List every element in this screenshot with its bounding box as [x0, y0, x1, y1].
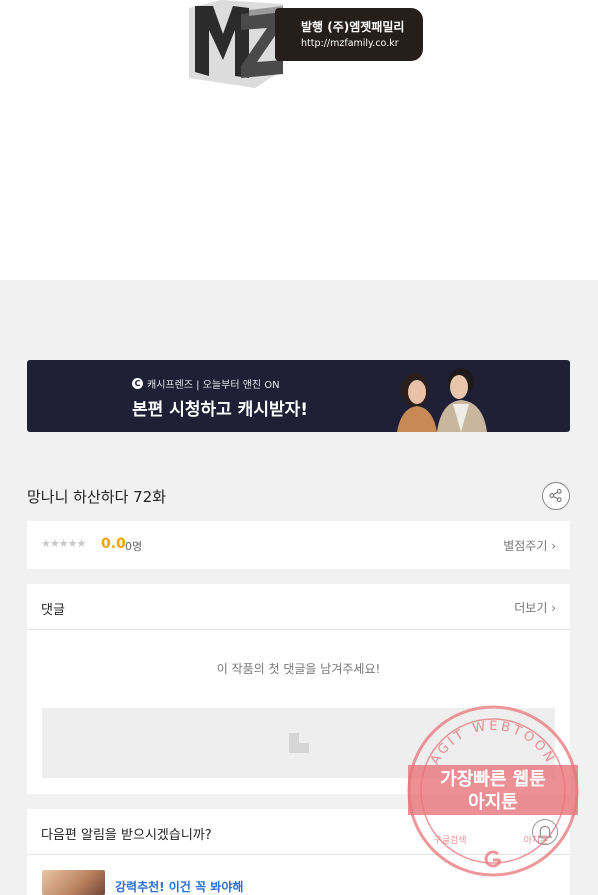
banner-subtitle-row: C 캐시프렌즈 | 오늘부터 앤진 ON	[132, 376, 280, 391]
rate-button[interactable]: 별점주기 ›	[503, 537, 556, 554]
watermark-arc-text: AGIT WEBTOON	[428, 719, 558, 768]
banner-small-text: 캐시프렌즈 | 오늘부터 앤진 ON	[147, 380, 280, 391]
recommendation-thumbnail	[42, 870, 105, 895]
top-content-area: 발행 (주)엠젯패밀리 http://mzfamily.co.kr	[0, 0, 598, 280]
watermark-stamp: AGIT WEBTOON 가장빠른 웹툰 아지툰 구글검색 아지툰	[407, 705, 579, 877]
notify-question: 다음편 알림을 받으시겠습니까?	[41, 828, 212, 843]
publisher-tag: 발행 (주)엠젯패밀리 http://mzfamily.co.kr	[275, 8, 423, 61]
episode-title-row: 망나니 하산하다 72화	[27, 482, 570, 510]
share-icon	[549, 488, 562, 503]
watermark-bottom-right: 아지툰	[524, 835, 549, 846]
share-button[interactable]	[542, 482, 570, 510]
rating-stars: ★★★★★	[41, 537, 86, 550]
rating-score: 0.0	[101, 536, 126, 552]
google-icon	[484, 850, 502, 868]
episode-title: 망나니 하산하다 72화	[27, 488, 167, 506]
watermark-line2: 아지툰	[468, 792, 518, 813]
comments-header: 댓글 더보기 ›	[27, 584, 570, 630]
cash-friends-icon: C	[132, 378, 143, 389]
comments-label: 댓글	[41, 603, 65, 618]
banner-couple-illustration	[397, 368, 487, 432]
publisher-name: 발행 (주)엠젯패밀리	[301, 20, 405, 34]
banner-main-text: 본편 시청하고 캐시받자!	[132, 400, 308, 420]
watermark-bottom-left: 구글검색	[433, 834, 466, 846]
rating-count: 0명	[125, 540, 143, 553]
recommendation-text: 강력추천! 이건 꼭 봐야해	[115, 880, 244, 894]
image-placeholder-icon	[289, 733, 309, 753]
empty-comments-message: 이 작품의 첫 댓글을 남겨주세요!	[216, 662, 381, 676]
comments-more-button[interactable]: 더보기 ›	[514, 599, 556, 616]
publisher-url: http://mzfamily.co.kr	[301, 38, 399, 49]
watermark-line1: 가장빠른 웹툰	[440, 769, 546, 790]
rating-card: ★★★★★ 0.0 0명 별점주기 ›	[27, 521, 570, 569]
cash-friends-banner[interactable]: C 캐시프렌즈 | 오늘부터 앤진 ON 본편 시청하고 캐시받자!	[27, 360, 570, 432]
publisher-logo: 발행 (주)엠젯패밀리 http://mzfamily.co.kr	[183, 0, 425, 88]
